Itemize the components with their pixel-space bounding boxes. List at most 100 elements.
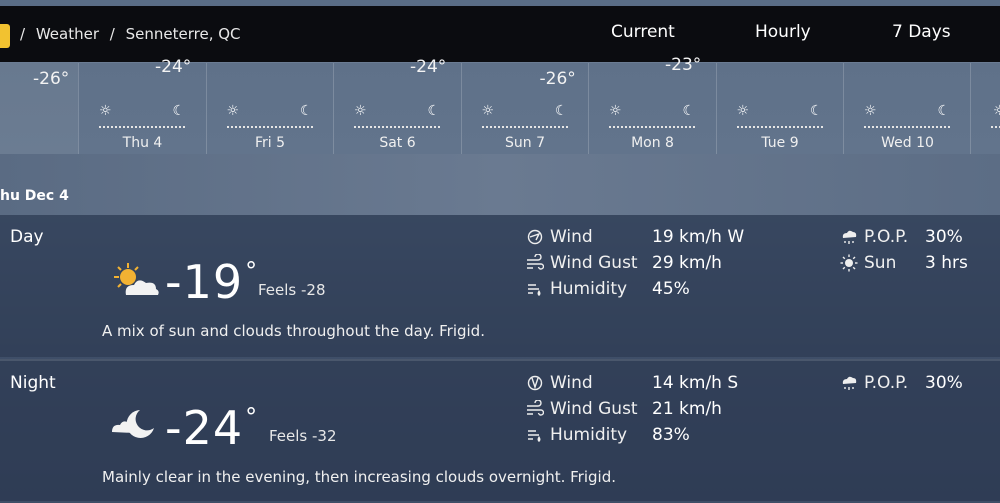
humidity-value: 45% xyxy=(652,279,690,299)
sun-icon: ☼ xyxy=(864,103,877,119)
moon-icon: ☾ xyxy=(809,103,823,119)
sun-icon: ☼ xyxy=(99,103,112,119)
strip-temp: -26° xyxy=(33,69,70,89)
degree-symbol: ° xyxy=(245,403,259,431)
sun-label: Sun xyxy=(864,253,897,273)
strip-temp: -24° xyxy=(155,57,192,77)
strip-column-partial[interactable]: ☼ xyxy=(970,63,1000,155)
wind-gust-icon xyxy=(527,254,544,270)
strip-divider xyxy=(736,126,823,128)
top-bar: / Weather / Senneterre, QC Current Hourl… xyxy=(0,6,1000,62)
wind-icon xyxy=(527,375,543,391)
seven-day-strip: -26° -24° ☼ ☾ Thu 4 ☼ ☾ Fri 5 -24° ☼ ☾ Sat 6 -26° ☼ ☾… xyxy=(0,55,1000,155)
breadcrumb: / Weather / Senneterre, QC xyxy=(20,25,247,43)
strip-day-label: Tue 9 xyxy=(761,135,799,151)
strip-icons: ☼ ☾ xyxy=(864,103,950,119)
sun-icon: ☼ xyxy=(481,103,495,119)
strip-divider xyxy=(481,126,568,128)
breadcrumb-separator: / xyxy=(109,25,115,43)
date-heading: hu Dec 4 xyxy=(0,188,69,204)
pop-label: P.O.P. xyxy=(864,373,909,393)
sun-icon: ☼ xyxy=(993,103,1000,119)
strip-day-label: Sun 7 xyxy=(505,135,545,151)
strip-column-sun-7[interactable]: -26° ☼ ☾ Sun 7 xyxy=(460,63,589,155)
strip-divider xyxy=(354,126,440,128)
night-title: Night xyxy=(10,373,56,393)
strip-icons: ☼ ☾ xyxy=(482,103,568,119)
strip-column-thu-4[interactable]: -24° ☼ ☾ Thu 4 xyxy=(78,57,206,155)
wind-gust-icon xyxy=(527,400,544,416)
wind-value: 14 km/h S xyxy=(652,373,739,393)
pop-value: 30% xyxy=(925,373,963,393)
pop-label: P.O.P. xyxy=(864,227,909,247)
wind-label: Wind xyxy=(550,373,593,393)
strip-column-mon-8[interactable]: -23° ☼ ☾ Mon 8 xyxy=(588,55,716,155)
night-temperature: -24° xyxy=(165,401,258,455)
night-summary: Mainly clear in the evening, then increa… xyxy=(102,468,616,486)
sun-icon: ☼ xyxy=(226,103,240,119)
partly-cloudy-night-icon xyxy=(112,410,154,438)
sun-value: 3 hrs xyxy=(925,253,968,273)
date-band xyxy=(0,154,1000,215)
strip-day-label: Mon 8 xyxy=(631,135,674,151)
strip-day-label: Fri 5 xyxy=(254,135,286,151)
strip-day-label: Sat 6 xyxy=(379,135,416,151)
strip-icons: ☼ ☾ xyxy=(609,103,695,119)
wind-value: 19 km/h W xyxy=(652,227,745,247)
strip-divider xyxy=(864,126,950,128)
humidity-icon xyxy=(528,284,541,296)
strip-column-sat-6[interactable]: -24° ☼ ☾ Sat 6 xyxy=(333,57,461,155)
night-panel: Night -24° Feels -32 Mainly clear in the… xyxy=(0,359,1000,503)
degree-symbol: ° xyxy=(245,257,259,285)
pop-icon xyxy=(842,230,857,244)
strip-column-tue-9[interactable]: ☼ ☾ Tue 9 xyxy=(715,63,844,155)
strip-divider xyxy=(226,126,313,128)
tab-7-days[interactable]: 7 Days xyxy=(892,22,951,42)
day-title: Day xyxy=(10,227,44,247)
strip-icons: ☼ ☾ xyxy=(737,103,823,119)
wind-label: Wind xyxy=(550,227,593,247)
logo-icon[interactable] xyxy=(0,24,10,48)
strip-icons: ☼ ☾ xyxy=(99,103,185,119)
moon-icon: ☾ xyxy=(682,103,695,119)
day-temp-value: -19 xyxy=(165,255,244,309)
wind-icon xyxy=(527,229,543,245)
humidity-label: Humidity xyxy=(550,279,628,299)
moon-icon: ☾ xyxy=(554,103,568,119)
strip-icons: ☼ ☾ xyxy=(354,103,440,119)
wind-gust-label: Wind Gust xyxy=(550,253,638,273)
strip-column-wed-10[interactable]: ☼ ☾ Wed 10 xyxy=(843,63,971,155)
humidity-value: 83% xyxy=(652,425,690,445)
wind-gust-label: Wind Gust xyxy=(550,399,638,419)
night-temp-value: -24 xyxy=(165,401,244,455)
moon-icon: ☾ xyxy=(172,103,185,119)
night-feels-like: Feels -32 xyxy=(269,427,337,445)
moon-icon: ☾ xyxy=(299,103,313,119)
day-temperature: -19° xyxy=(165,255,258,309)
pop-value: 30% xyxy=(925,227,963,247)
strip-temp: -23° xyxy=(665,55,702,75)
strip-divider xyxy=(609,126,695,128)
strip-column-fri-5[interactable]: ☼ ☾ Fri 5 xyxy=(205,63,334,155)
day-feels-like: Feels -28 xyxy=(258,281,326,299)
sun-icon: ☼ xyxy=(609,103,622,119)
strip-icons: ☼ ☾ xyxy=(227,103,313,119)
wind-gust-value: 29 km/h xyxy=(652,253,722,273)
partly-cloudy-day-icon xyxy=(114,263,159,295)
breadcrumb-separator: / xyxy=(20,25,26,43)
strip-temp: -24° xyxy=(410,57,447,77)
strip-column-previous[interactable]: -26° xyxy=(0,63,78,155)
moon-icon: ☾ xyxy=(427,103,440,119)
tab-hourly[interactable]: Hourly xyxy=(755,22,811,42)
sun-icon: ☼ xyxy=(736,103,750,119)
sun-icon xyxy=(840,254,858,272)
wind-gust-value: 21 km/h xyxy=(652,399,722,419)
strip-temp: -26° xyxy=(539,69,576,89)
pop-icon xyxy=(842,376,857,390)
tab-current[interactable]: Current xyxy=(611,22,675,42)
day-panel: Day -19° Feels -28 A mix of sun and clou… xyxy=(0,215,1000,357)
breadcrumb-weather-link[interactable]: Weather xyxy=(36,25,99,43)
humidity-label: Humidity xyxy=(550,425,628,445)
day-summary: A mix of sun and clouds throughout the d… xyxy=(102,322,485,340)
sun-icon: ☼ xyxy=(354,103,367,119)
